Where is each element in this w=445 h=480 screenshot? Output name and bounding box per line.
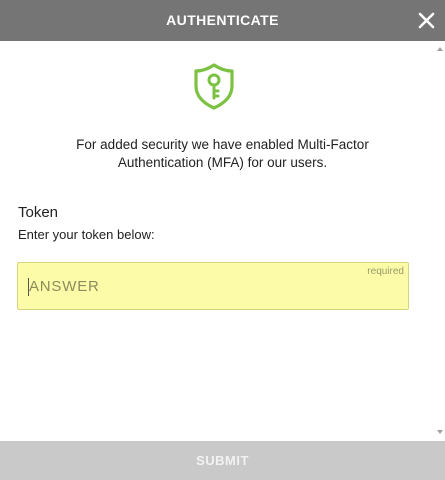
mfa-description: For added security we have enabled Multi… <box>30 136 415 172</box>
required-indicator: required <box>367 266 404 277</box>
token-help-text: Enter your token below: <box>18 227 155 242</box>
scroll-down-arrow-icon[interactable] <box>437 429 443 435</box>
description-line-1: For added security we have enabled Multi… <box>76 137 369 152</box>
dialog-header: AUTHENTICATE <box>0 0 445 41</box>
token-answer-input[interactable]: required ANSWER <box>17 262 409 310</box>
close-button[interactable] <box>417 11 436 30</box>
token-label: Token <box>18 204 59 221</box>
close-icon <box>418 12 435 29</box>
description-line-2: Authentication (MFA) for our users. <box>117 155 328 170</box>
scroll-up-arrow-icon[interactable] <box>437 46 443 52</box>
submit-button[interactable]: SUBMIT <box>0 441 445 480</box>
shield-key-icon <box>194 63 234 110</box>
scrollbar[interactable] <box>435 41 445 441</box>
dialog-title: AUTHENTICATE <box>166 12 279 28</box>
answer-placeholder: ANSWER <box>29 278 100 295</box>
